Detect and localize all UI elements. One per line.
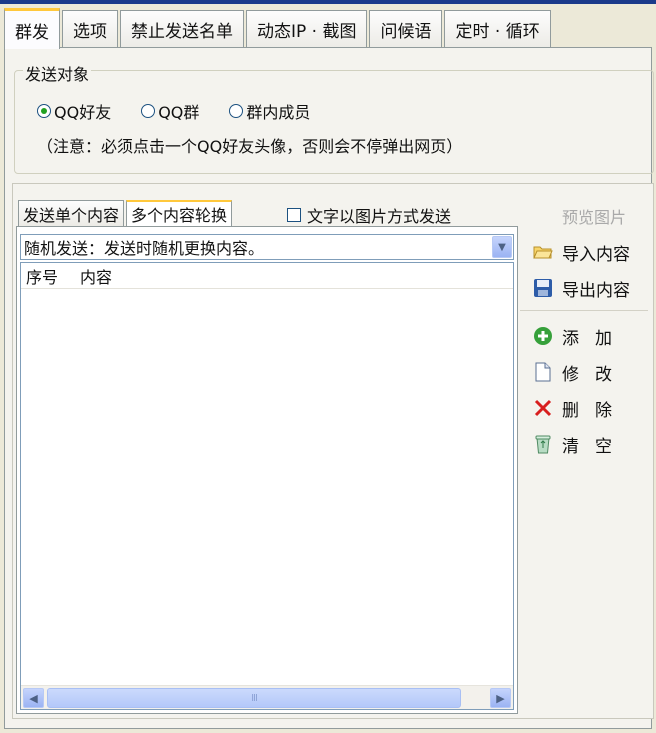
tab-mass-send[interactable]: 群发: [4, 8, 60, 49]
tab-timer-loop[interactable]: 定时 · 循环: [444, 10, 551, 48]
target-group-title: 发送对象: [23, 61, 92, 85]
radio-qq-group[interactable]: QQ群: [141, 99, 199, 123]
close-icon: [532, 397, 554, 419]
tab-options[interactable]: 选项: [62, 10, 118, 48]
delete-button[interactable]: 删除: [532, 390, 628, 426]
export-label: 导出内容: [562, 280, 630, 301]
title-bar-edge: [0, 0, 656, 4]
delete-label: 删除: [562, 400, 628, 421]
add-label: 添加: [562, 328, 628, 349]
radio-button[interactable]: [141, 104, 156, 118]
scroll-right-icon[interactable]: ▶: [490, 688, 511, 708]
listview-header: 序号 内容: [21, 263, 513, 289]
content-subtabs: 发送单个内容 多个内容轮换: [18, 200, 234, 226]
content-list-panel: 随机发送：发送时随机更换内容。 ▼ 序号 内容 ◀ III ▶: [16, 226, 518, 714]
clear-button[interactable]: 清空: [532, 426, 628, 462]
send-mode-value: 随机发送：发送时随机更换内容。: [24, 239, 265, 258]
column-header-index[interactable]: 序号: [26, 264, 58, 288]
preview-image-link[interactable]: 预览图片: [562, 204, 626, 228]
main-tabs: 群发 选项 禁止发送名单 动态IP · 截图 问候语 定时 · 循环: [4, 8, 553, 49]
radio-label: 群内成员: [246, 103, 311, 122]
export-content-button[interactable]: 导出内容: [532, 270, 652, 306]
import-export-actions: 导入内容 导出内容: [532, 234, 652, 306]
radio-button[interactable]: [37, 104, 51, 118]
column-header-content[interactable]: 内容: [80, 264, 112, 288]
subtab-single-content[interactable]: 发送单个内容: [18, 200, 125, 226]
radio-group-members[interactable]: 群内成员: [229, 99, 310, 123]
import-content-button[interactable]: 导入内容: [532, 234, 652, 270]
recycle-bin-icon: [532, 433, 554, 455]
target-note: （注意：必须点击一个QQ好友头像，否则会不停弹出网页）: [37, 137, 463, 156]
tab-blocklist[interactable]: 禁止发送名单: [120, 10, 244, 48]
tab-greetings[interactable]: 问候语: [369, 10, 443, 48]
tab-dynamic-ip[interactable]: 动态IP · 截图: [246, 10, 368, 48]
horizontal-scrollbar[interactable]: ◀ III ▶: [21, 685, 513, 709]
crud-actions: 添加 修改 删除 清空: [532, 318, 628, 462]
subtab-multi-content[interactable]: 多个内容轮换: [126, 200, 233, 226]
scroll-thumb-grip: III: [251, 692, 258, 704]
plus-circle-icon: [532, 325, 554, 347]
clear-label: 清空: [562, 436, 628, 457]
target-radio-group: QQ好友 QQ群 群内成员: [37, 99, 340, 123]
image-send-checkbox[interactable]: [287, 208, 301, 222]
image-send-label: 文字以图片方式发送: [307, 207, 452, 226]
radio-button[interactable]: [229, 104, 244, 118]
folder-open-icon: [532, 241, 554, 263]
content-listview[interactable]: 序号 内容 ◀ III ▶: [20, 262, 514, 710]
send-mode-select[interactable]: 随机发送：发送时随机更换内容。 ▼: [20, 234, 514, 260]
edit-label: 修改: [562, 364, 628, 385]
actions-divider: [520, 310, 648, 311]
radio-qq-friends[interactable]: QQ好友: [37, 99, 111, 123]
document-icon: [532, 361, 554, 383]
add-button[interactable]: 添加: [532, 318, 628, 354]
radio-label: QQ好友: [54, 103, 112, 122]
floppy-disk-icon: [532, 277, 554, 299]
scroll-thumb[interactable]: III: [47, 688, 461, 708]
import-label: 导入内容: [562, 244, 630, 265]
image-send-checkbox-row[interactable]: 文字以图片方式发送: [287, 203, 451, 227]
target-groupbox: 发送对象 QQ好友 QQ群 群内成员 （注意：必须点击一个QQ好友头像，否则会不…: [14, 61, 654, 174]
edit-button[interactable]: 修改: [532, 354, 628, 390]
scroll-left-icon[interactable]: ◀: [23, 688, 44, 708]
radio-label: QQ群: [158, 103, 200, 122]
chevron-down-icon[interactable]: ▼: [492, 236, 512, 258]
